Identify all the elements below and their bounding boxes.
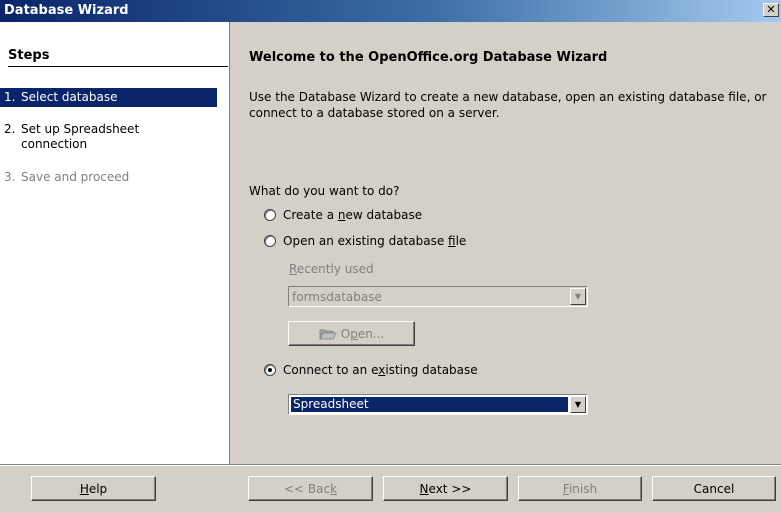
step-number: 3. (4, 170, 16, 184)
dropdown-value: formsdatabase (292, 290, 382, 304)
step-label: Save and proceed (21, 170, 130, 184)
steps-title: Steps (8, 48, 50, 63)
chevron-down-icon[interactable]: ▼ (570, 396, 586, 413)
option-label: Open an existing database file (283, 234, 467, 248)
back-button-label: << Back (283, 481, 338, 496)
step-select-database[interactable]: 1. Select database (0, 88, 217, 107)
dropdown-value: Spreadsheet (291, 397, 568, 412)
recent-files-dropdown: formsdatabase ▼ (288, 286, 588, 307)
close-icon[interactable]: ✕ (763, 3, 779, 17)
radio-open-existing-file[interactable]: Open an existing database file (264, 233, 466, 249)
window-title: Database Wizard (4, 3, 129, 18)
folder-open-icon (319, 329, 337, 339)
option-label: Create a new database (283, 208, 423, 222)
radio-connect-existing-database[interactable]: Connect to an existing database (264, 362, 478, 378)
radio-button[interactable] (264, 209, 276, 221)
next-button-label: Next >> (419, 481, 472, 496)
next-button[interactable]: Next >> (383, 476, 508, 501)
cancel-button-label: Cancel (693, 481, 735, 496)
database-type-dropdown[interactable]: Spreadsheet ▼ (288, 394, 588, 415)
footer-divider (0, 464, 781, 466)
radio-create-new-database[interactable]: Create a new database (264, 207, 422, 223)
steps-pane: Steps 1. Select database 2. Set up Spreads… (0, 22, 230, 464)
cancel-button[interactable]: Cancel (652, 476, 776, 501)
open-button-label: Open... (340, 326, 385, 341)
radio-button[interactable] (264, 364, 276, 376)
title-bar: Database Wizard ✕ (0, 0, 781, 22)
help-button[interactable]: Help (31, 476, 156, 501)
page-title: Welcome to the OpenOffice.org Database W… (249, 50, 608, 65)
steps-divider (8, 66, 228, 67)
recently-used-label: Recently used (289, 262, 374, 276)
chevron-down-icon: ▼ (570, 288, 586, 305)
question-label: What do you want to do? (249, 184, 400, 198)
finish-button: Finish (518, 476, 642, 501)
option-label: Connect to an existing database (283, 363, 478, 377)
help-button-label: Help (79, 481, 108, 496)
finish-button-label: Finish (562, 481, 598, 496)
page-description: Use the Database Wizard to create a new … (249, 90, 767, 120)
open-button: Open... (288, 321, 415, 346)
step-label: Select database (21, 90, 118, 104)
radio-button[interactable] (264, 235, 276, 247)
step-number: 2. (4, 122, 16, 136)
step-save-and-proceed: 3. Save and proceed (0, 168, 217, 187)
step-set-up-spreadsheet[interactable]: 2. Set up Spreadsheet connection (0, 120, 217, 154)
step-label: Set up Spreadsheet connection (21, 122, 140, 151)
back-button: << Back (248, 476, 373, 501)
step-number: 1. (4, 90, 16, 104)
